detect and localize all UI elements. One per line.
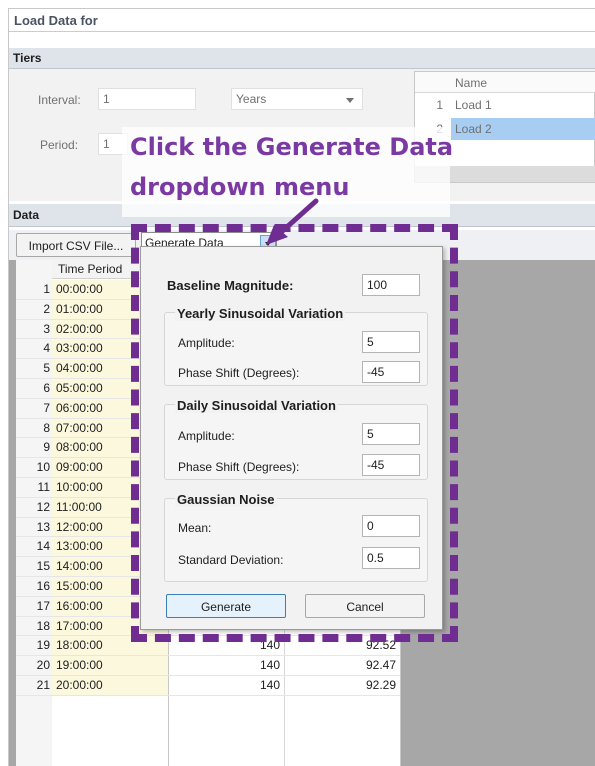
window-title-bar: Load Data for — [9, 9, 595, 32]
load-row[interactable]: 1 Load 1 — [415, 94, 595, 116]
row-number: 6 — [43, 381, 50, 395]
row-number: 19 — [36, 638, 50, 653]
time-period-cell[interactable]: 20:00:00 — [52, 676, 168, 696]
window-title: Load Data for — [14, 13, 98, 28]
value-cell[interactable]: 140 — [170, 678, 280, 692]
row-number: 21 — [36, 678, 50, 692]
import-csv-button[interactable]: Import CSV File... — [16, 233, 136, 257]
row-number: 2 — [43, 301, 50, 316]
row-number: 4 — [43, 341, 50, 356]
chevron-down-icon — [346, 98, 354, 103]
load-row-name-selected: Load 2 — [451, 118, 595, 140]
interval-label: Interval: — [38, 93, 81, 107]
row-number: 18 — [36, 618, 50, 633]
row-number: 15 — [36, 559, 50, 574]
load-row-name: Load 1 — [455, 98, 492, 112]
time-period-cell[interactable]: 19:00:00 — [52, 656, 168, 676]
row-gridline — [16, 694, 400, 696]
time-period-header: Time Period — [58, 262, 123, 276]
row-number: 20 — [36, 658, 50, 673]
callout-line-1: Click the Generate Data — [130, 133, 454, 161]
row-number: 5 — [43, 361, 50, 376]
row-number: 16 — [36, 579, 50, 593]
tiers-section-label: Tiers — [13, 51, 42, 65]
period-label: Period: — [40, 138, 79, 152]
highlight-dashed-box — [131, 224, 458, 642]
row-number: 17 — [36, 598, 50, 613]
value-cell[interactable]: 92.29 — [286, 678, 396, 692]
row-number: 3 — [43, 321, 50, 336]
row-number: 9 — [43, 440, 50, 455]
row-number: 12 — [36, 499, 50, 514]
tiers-section-header: Tiers — [9, 48, 595, 69]
row-number: 1 — [43, 282, 50, 296]
value-cell[interactable]: 140 — [170, 658, 280, 672]
load-list-header: Name — [415, 72, 595, 93]
interval-units-value: Years — [236, 92, 267, 106]
row-number: 10 — [36, 460, 50, 475]
row-number: 14 — [36, 539, 50, 554]
name-column-header: Name — [455, 76, 488, 90]
interval-units-select[interactable]: Years — [231, 88, 363, 110]
row-number: 7 — [43, 400, 50, 415]
value-cell[interactable]: 92.47 — [286, 658, 396, 672]
row-number: 11 — [37, 480, 50, 494]
row-number: 13 — [36, 519, 50, 534]
interval-input[interactable]: 1 — [98, 88, 196, 110]
row-number: 8 — [43, 420, 50, 435]
load-row-number: 1 — [436, 98, 443, 112]
data-section-label: Data — [13, 208, 40, 222]
